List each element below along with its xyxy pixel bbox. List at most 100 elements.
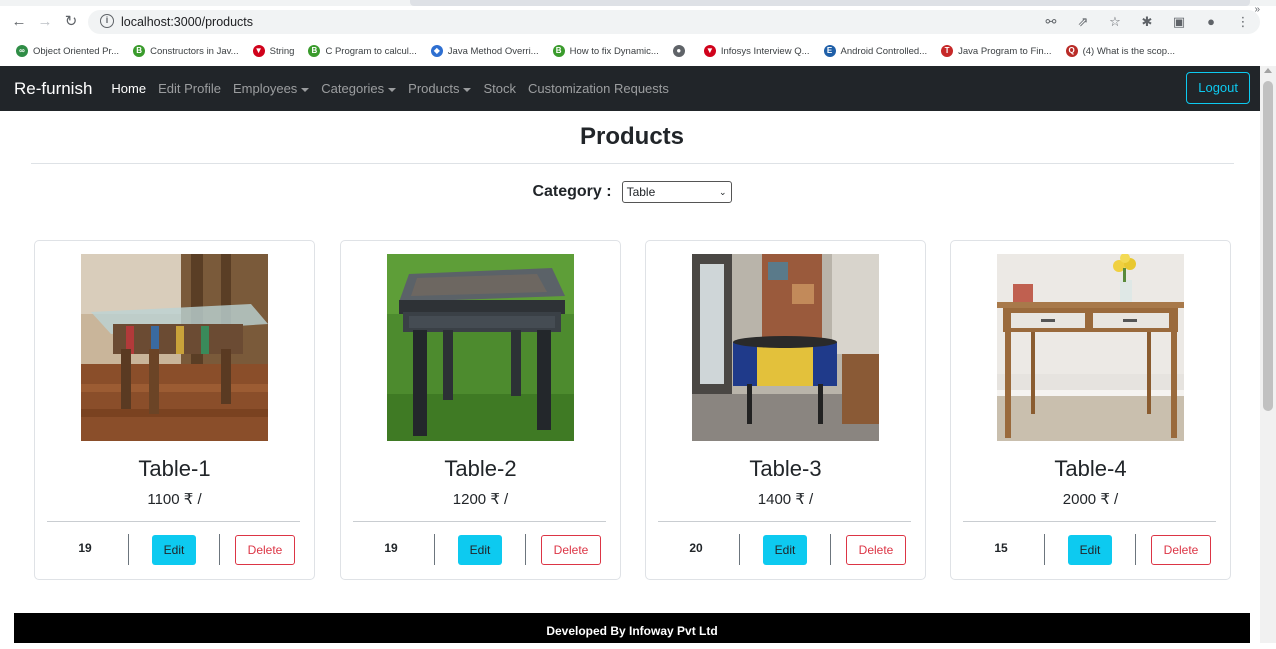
diamond-logo-icon: ◆ bbox=[430, 45, 443, 57]
back-icon[interactable]: ← bbox=[10, 13, 28, 31]
browser-chrome: ← → ↻ i localhost:3000/products ⚯ ⇗ ☆ ✱ … bbox=[0, 0, 1276, 64]
category-select-value: Table bbox=[626, 185, 656, 199]
product-image bbox=[997, 254, 1184, 441]
reload-icon[interactable]: ↻ bbox=[62, 13, 80, 31]
b-logo-icon: B bbox=[308, 45, 321, 57]
card-divider bbox=[353, 521, 606, 522]
bookmark-item[interactable]: E Android Controlled... bbox=[823, 45, 928, 57]
product-stock: 20 bbox=[689, 541, 703, 555]
card-divider bbox=[658, 521, 911, 522]
card-divider bbox=[47, 521, 300, 522]
bookmark-label: Java Method Overri... bbox=[447, 45, 539, 57]
bookmark-item[interactable]: ▼ String bbox=[252, 45, 295, 57]
nav-link-customization-requests[interactable]: Customization Requests bbox=[528, 81, 669, 96]
logout-button[interactable]: Logout bbox=[1186, 72, 1250, 104]
product-name: Table-3 bbox=[749, 456, 822, 481]
category-select[interactable]: Table ⌄ bbox=[621, 181, 732, 203]
category-label: Category : bbox=[532, 183, 612, 200]
delete-button[interactable]: Delete bbox=[235, 535, 295, 565]
bookmark-item[interactable]: ◆ Java Method Overri... bbox=[430, 45, 539, 57]
key-icon[interactable]: ⚯ bbox=[1042, 12, 1060, 32]
page-scrollbar[interactable] bbox=[1260, 66, 1276, 643]
bookmarks-bar: ∞ Object Oriented Pr... B Constructors in J… bbox=[0, 40, 1276, 62]
delete-button[interactable]: Delete bbox=[1151, 535, 1211, 565]
bookmark-item[interactable]: ∞ Object Oriented Pr... bbox=[16, 45, 119, 57]
nav-link-categories[interactable]: Categories bbox=[321, 81, 397, 96]
bookmark-item[interactable]: B How to fix Dynamic... bbox=[552, 45, 659, 57]
nav-link-label: Customization Requests bbox=[528, 81, 669, 96]
caret-down-icon bbox=[301, 87, 310, 92]
share-icon[interactable]: ⇗ bbox=[1074, 12, 1092, 32]
bookmark-label: (4) What is the scop... bbox=[1082, 45, 1175, 57]
nav-link-label: Products bbox=[408, 81, 460, 96]
brand-logo[interactable]: Re-furnish bbox=[14, 79, 92, 99]
bookmark-item[interactable]: T Java Program to Fin... bbox=[941, 45, 1052, 57]
nav-link-products[interactable]: Products bbox=[408, 81, 472, 96]
scroll-thumb[interactable] bbox=[1263, 81, 1273, 411]
bookmark-label: Constructors in Jav... bbox=[150, 45, 239, 57]
edit-button[interactable]: Edit bbox=[1068, 535, 1112, 565]
forward-icon[interactable]: → bbox=[36, 13, 54, 31]
nav-link-label: Employees bbox=[232, 81, 298, 96]
extensions-icon[interactable]: ✱ bbox=[1138, 12, 1156, 32]
menu-icon[interactable]: ⋮ bbox=[1234, 12, 1252, 32]
e-logo-icon: E bbox=[823, 45, 836, 57]
product-name: Table-1 bbox=[138, 456, 211, 481]
stock-divider bbox=[739, 534, 740, 565]
product-stock: 19 bbox=[78, 541, 92, 555]
caret-down-icon bbox=[388, 87, 397, 92]
product-price: 1400 ₹ / bbox=[757, 491, 814, 508]
action-divider bbox=[830, 534, 831, 565]
bookmark-item[interactable]: B Constructors in Jav... bbox=[133, 45, 239, 57]
profile-icon[interactable]: ● bbox=[1202, 12, 1220, 32]
bookmark-item[interactable]: Q (4) What is the scop... bbox=[1065, 45, 1175, 57]
page-title: Products bbox=[579, 123, 684, 150]
bookmarks-overflow-icon[interactable]: » bbox=[1254, 4, 1260, 15]
delete-button[interactable]: Delete bbox=[846, 535, 906, 565]
product-price: 2000 ₹ / bbox=[1062, 491, 1119, 508]
product-stock: 19 bbox=[384, 541, 398, 555]
sidepanel-icon[interactable]: ▣ bbox=[1170, 12, 1188, 32]
bookmark-label: Android Controlled... bbox=[840, 45, 928, 57]
bookmark-item[interactable]: ● bbox=[672, 45, 690, 57]
chevron-down-icon: ⌄ bbox=[719, 186, 727, 197]
stock-divider bbox=[1044, 534, 1045, 565]
product-name: Table-4 bbox=[1054, 456, 1127, 481]
nav-links: Home Edit Profile Employees Categories Produ… bbox=[111, 81, 680, 96]
edit-button[interactable]: Edit bbox=[152, 535, 196, 565]
bookmark-label: Infosys Interview Q... bbox=[720, 45, 810, 57]
nav-link-label: Edit Profile bbox=[158, 81, 221, 96]
vue-logo-icon: ▼ bbox=[252, 45, 265, 57]
edit-button[interactable]: Edit bbox=[763, 535, 807, 565]
nav-link-employees[interactable]: Employees bbox=[232, 81, 310, 96]
main-content: Products Category : Table ⌄ Table-1 1100… bbox=[14, 111, 1250, 643]
bookmark-label: C Program to calcul... bbox=[325, 45, 417, 57]
action-divider bbox=[1135, 534, 1136, 565]
vue-logo-icon: ▼ bbox=[703, 45, 716, 57]
scroll-up-icon[interactable] bbox=[1264, 68, 1272, 73]
product-name: Table-2 bbox=[444, 456, 517, 481]
bookmark-item[interactable]: B C Program to calcul... bbox=[308, 45, 417, 57]
action-divider bbox=[525, 534, 526, 565]
bookmark-item[interactable]: ▼ Infosys Interview Q... bbox=[703, 45, 810, 57]
title-divider bbox=[31, 163, 1234, 164]
page-footer: Developed By Infoway Pvt Ltd bbox=[14, 613, 1250, 643]
address-bar[interactable]: i localhost:3000/products ⚯ ⇗ ☆ ✱ ▣ ● ⋮ bbox=[88, 10, 1260, 34]
product-card: Table-4 2000 ₹ / 15 Edit Delete bbox=[950, 240, 1231, 580]
product-image bbox=[387, 254, 574, 441]
nav-link-stock[interactable]: Stock bbox=[483, 81, 516, 96]
bookmark-label: String bbox=[269, 45, 295, 57]
product-image bbox=[692, 254, 879, 441]
stock-divider bbox=[128, 534, 129, 565]
address-url[interactable]: localhost:3000/products bbox=[121, 15, 253, 29]
app-navbar: Re-furnish Home Edit Profile Employees Cate… bbox=[0, 66, 1260, 111]
bookmark-label: How to fix Dynamic... bbox=[569, 45, 659, 57]
delete-button[interactable]: Delete bbox=[541, 535, 601, 565]
nav-link-edit-profile[interactable]: Edit Profile bbox=[158, 81, 221, 96]
nav-link-home[interactable]: Home bbox=[111, 81, 146, 96]
quora-icon: Q bbox=[1065, 45, 1078, 57]
star-icon[interactable]: ☆ bbox=[1106, 12, 1124, 32]
edit-button[interactable]: Edit bbox=[458, 535, 502, 565]
product-card: Table-1 1100 ₹ / 19 Edit Delete bbox=[34, 240, 315, 580]
info-icon[interactable]: i bbox=[100, 14, 114, 28]
